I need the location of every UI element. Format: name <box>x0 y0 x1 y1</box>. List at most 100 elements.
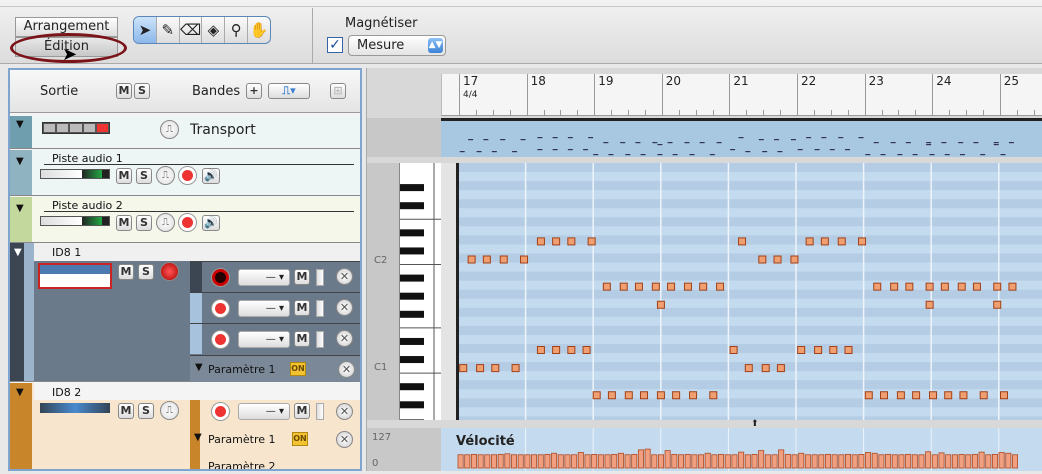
velocity-bar[interactable] <box>951 454 958 469</box>
black-key[interactable] <box>400 356 424 364</box>
lane-dropdown[interactable]: — ▾ <box>238 269 290 286</box>
velocity-bar[interactable] <box>524 454 531 469</box>
velocity-bar[interactable] <box>557 454 564 469</box>
lane-mute-button[interactable]: M <box>294 331 310 347</box>
record-button[interactable] <box>211 299 230 318</box>
velocity-bar[interactable] <box>865 452 872 469</box>
midi-note[interactable] <box>864 391 873 400</box>
velocity-bar[interactable] <box>664 450 671 469</box>
velocity-bar[interactable] <box>504 453 511 469</box>
midi-note[interactable] <box>624 391 633 400</box>
velocity-bar[interactable] <box>464 454 471 469</box>
collapse-triangle-icon[interactable]: ▼ <box>16 156 24 167</box>
midi-note[interactable] <box>592 391 601 400</box>
midi-note[interactable] <box>602 282 611 291</box>
midi-note[interactable] <box>499 255 508 264</box>
midi-note[interactable] <box>491 364 500 373</box>
midi-note[interactable] <box>619 282 628 291</box>
velocity-bar[interactable] <box>998 452 1005 469</box>
velocity-bar[interactable] <box>744 454 751 469</box>
velocity-bar[interactable] <box>858 453 865 469</box>
midi-note[interactable] <box>873 282 882 291</box>
midi-note[interactable] <box>683 282 692 291</box>
midi-note[interactable] <box>536 346 545 354</box>
velocity-bar[interactable] <box>784 453 791 469</box>
velocity-bar[interactable] <box>604 454 611 469</box>
midi-note[interactable] <box>536 237 545 246</box>
add-band-button[interactable]: + <box>246 83 262 99</box>
record-button[interactable] <box>211 268 230 287</box>
velocity-bar[interactable] <box>698 454 705 469</box>
midi-note[interactable] <box>957 282 966 291</box>
velocity-bar[interactable] <box>971 453 978 469</box>
midi-note[interactable] <box>944 391 953 400</box>
midi-note[interactable] <box>858 237 867 246</box>
midi-note[interactable] <box>797 346 806 354</box>
automation-icon[interactable]: ⎍ <box>160 120 179 139</box>
volume-meter[interactable] <box>40 169 110 179</box>
midi-note[interactable] <box>979 391 988 400</box>
velocity-bar[interactable] <box>891 454 898 469</box>
velocity-bar[interactable] <box>517 454 524 469</box>
velocity-bar[interactable] <box>758 450 765 469</box>
solo-button[interactable]: S <box>136 168 152 184</box>
midi-note[interactable] <box>567 237 576 246</box>
midi-note[interactable] <box>925 300 934 309</box>
snap-checkbox[interactable]: ✓ <box>327 37 343 53</box>
velocity-bar[interactable] <box>751 453 758 469</box>
midi-note[interactable] <box>844 346 853 354</box>
black-key[interactable] <box>400 274 424 282</box>
lane-mute-button[interactable]: M <box>294 269 310 285</box>
remove-lane-button[interactable]: ✕ <box>336 330 353 347</box>
velocity-bar[interactable] <box>591 453 598 469</box>
velocity-bar[interactable] <box>918 454 925 469</box>
velocity-bar[interactable] <box>718 453 725 469</box>
velocity-bar[interactable] <box>885 453 892 469</box>
collapse-triangle-icon[interactable]: ▼ <box>194 432 202 443</box>
automation-icon[interactable]: ⎍ <box>156 166 175 185</box>
midi-note[interactable] <box>672 391 681 400</box>
velocity-bar[interactable] <box>778 449 785 469</box>
midi-note[interactable] <box>459 364 468 373</box>
velocity-bar[interactable] <box>905 453 912 469</box>
playhead[interactable] <box>456 163 459 420</box>
midi-note[interactable] <box>820 237 829 246</box>
velocity-bar[interactable] <box>1012 454 1018 469</box>
collapse-triangle-icon[interactable]: ▼ <box>195 362 203 373</box>
velocity-bar[interactable] <box>631 453 638 469</box>
mute-button[interactable]: M <box>118 403 134 419</box>
automation-record-icon[interactable] <box>160 262 179 281</box>
velocity-bar[interactable] <box>845 453 851 469</box>
midi-note[interactable] <box>689 391 698 400</box>
velocity-bar[interactable] <box>738 451 745 469</box>
midi-note[interactable] <box>993 300 1002 309</box>
midi-note[interactable] <box>999 391 1008 400</box>
timeline-ruler[interactable]: 17 18 19 20 21 22 23 24 25 4/4 <box>441 74 1042 116</box>
velocity-bar[interactable] <box>490 454 497 469</box>
velocity-bar[interactable] <box>671 453 678 469</box>
midi-note[interactable] <box>482 255 491 264</box>
black-key[interactable] <box>400 229 424 237</box>
master-solo-button[interactable]: S <box>134 83 150 99</box>
id8-2-track[interactable]: ▼ ID8 2 M S ⎍ — ▾ M ✕ ▼ Paramètre 1 ON ✕… <box>10 383 360 469</box>
midi-note[interactable] <box>896 391 905 400</box>
id8-1-track[interactable]: ▼ ID8 1 M S — ▾ M ✕ — ▾ M ✕ — ▾ M ✕ ▼ Pa… <box>10 243 360 382</box>
zoom-tool-button[interactable]: ⚲ <box>225 17 249 43</box>
piano-keyboard[interactable] <box>399 163 442 437</box>
midi-note[interactable] <box>790 255 799 264</box>
black-key[interactable] <box>400 202 424 210</box>
midi-note[interactable] <box>805 237 814 246</box>
velocity-bar[interactable] <box>985 454 992 469</box>
remove-lane-button[interactable]: ✕ <box>338 361 355 378</box>
black-key[interactable] <box>400 383 424 391</box>
record-button[interactable] <box>211 330 230 349</box>
pointer-tool-button[interactable]: ➤ <box>134 17 157 43</box>
velocity-bar[interactable] <box>624 454 631 469</box>
midi-note[interactable] <box>880 391 888 400</box>
solo-button[interactable]: S <box>136 215 152 231</box>
velocity-bar[interactable] <box>931 454 938 469</box>
clip-overview-lane[interactable] <box>441 118 1042 157</box>
midi-note[interactable] <box>567 346 576 354</box>
velocity-bar[interactable] <box>457 454 464 469</box>
velocity-bar[interactable] <box>898 454 905 469</box>
